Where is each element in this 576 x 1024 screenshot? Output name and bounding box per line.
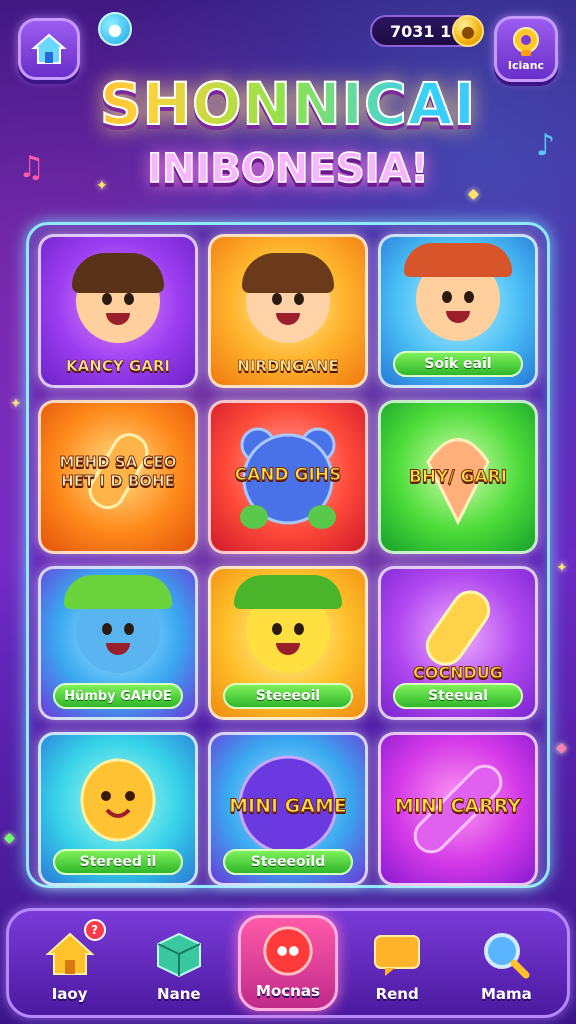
game-card-bhy-gari[interactable]: BHY/ GARI: [378, 400, 538, 554]
game-card-nirdngane[interactable]: NIRDNGANE: [208, 234, 368, 388]
nav-item-nane[interactable]: Nane: [129, 915, 229, 1011]
trophy-icon: [513, 27, 539, 56]
game-grid: KANCY GARI NIRDNGANE Soik eail MEHD SA C…: [38, 234, 538, 886]
game-card-kancy-gari[interactable]: KANCY GARI: [38, 234, 198, 388]
game-card-soik-eail[interactable]: Soik eail: [378, 234, 538, 388]
sparkle-icon: ◆: [556, 740, 567, 756]
home-icon: [31, 33, 67, 64]
box-icon: [150, 927, 208, 981]
nav-item-iaoy[interactable]: ? Iaoy: [20, 915, 120, 1011]
game-card-humby-gahoe[interactable]: Hümby GAHOE: [38, 566, 198, 720]
nav-item-mocnas[interactable]: Mocnas: [237, 915, 338, 1011]
game-card-label: Stereed il: [53, 849, 183, 875]
bottom-nav: ? Iaoy Nane Mocnas Rend Mama: [6, 908, 570, 1018]
game-card-label: BHY/ GARI: [408, 467, 508, 488]
game-card-label: Soik eail: [393, 351, 523, 377]
game-icon: [259, 924, 317, 978]
nav-label: Mama: [480, 985, 532, 1003]
game-card-mehd-sa-ceo[interactable]: MEHD SA CEO HET I D BOHE: [38, 400, 198, 554]
game-card-cocndug[interactable]: COCNDUG Steeual: [378, 566, 538, 720]
game-card-mini-game[interactable]: MINI GAME Steeeoild: [208, 732, 368, 886]
game-card-sublabel: Steeeoild: [223, 849, 353, 875]
nav-label: Nane: [157, 985, 201, 1003]
game-title: SHONNICAI: [0, 69, 576, 139]
game-card-label: Hümby GAHOE: [53, 683, 183, 709]
game-card-label: MINI CARRY: [394, 795, 522, 818]
notification-badge: ?: [83, 919, 106, 941]
nav-label: Rend: [375, 985, 419, 1003]
chat-bubble-icon: ●: [108, 19, 122, 39]
nav-item-rend[interactable]: Rend: [347, 915, 447, 1011]
game-card-mini-carry[interactable]: MINI CARRY: [378, 732, 538, 886]
game-card-cand-gihs[interactable]: CAND GIHS: [208, 400, 368, 554]
nav-label: Mocnas: [256, 982, 320, 1000]
game-card-stereed-il[interactable]: Stereed il: [38, 732, 198, 886]
game-card-label: Steeeoil: [223, 683, 353, 709]
game-card-label: CAND GIHS: [234, 465, 342, 486]
nav-item-mama[interactable]: Mama: [456, 915, 556, 1011]
game-subtitle: INIBONESIA!: [147, 145, 430, 193]
sparkle-icon: ✦: [10, 396, 22, 412]
game-card-label: MINI GAME: [229, 795, 348, 818]
game-card-sublabel: Steeual: [393, 683, 523, 709]
game-card-label: KANCY GARI: [66, 357, 171, 376]
nav-label: Iaoy: [51, 985, 88, 1003]
chat-button[interactable]: ●: [98, 12, 132, 46]
game-card-steeeoil[interactable]: Steeeoil: [208, 566, 368, 720]
coin-counter: 7031 10 ●: [370, 15, 484, 47]
game-card-label: MEHD SA CEO HET I D BOHE: [59, 453, 177, 491]
game-card-label: NIRDNGANE: [237, 357, 339, 376]
sparkle-icon: ◆: [4, 830, 15, 846]
search-icon: [477, 927, 535, 981]
message-icon: [368, 927, 426, 981]
sparkle-icon: ✦: [556, 560, 568, 576]
coin-icon: ●: [452, 15, 484, 47]
game-card-label: COCNDUG: [413, 663, 504, 683]
